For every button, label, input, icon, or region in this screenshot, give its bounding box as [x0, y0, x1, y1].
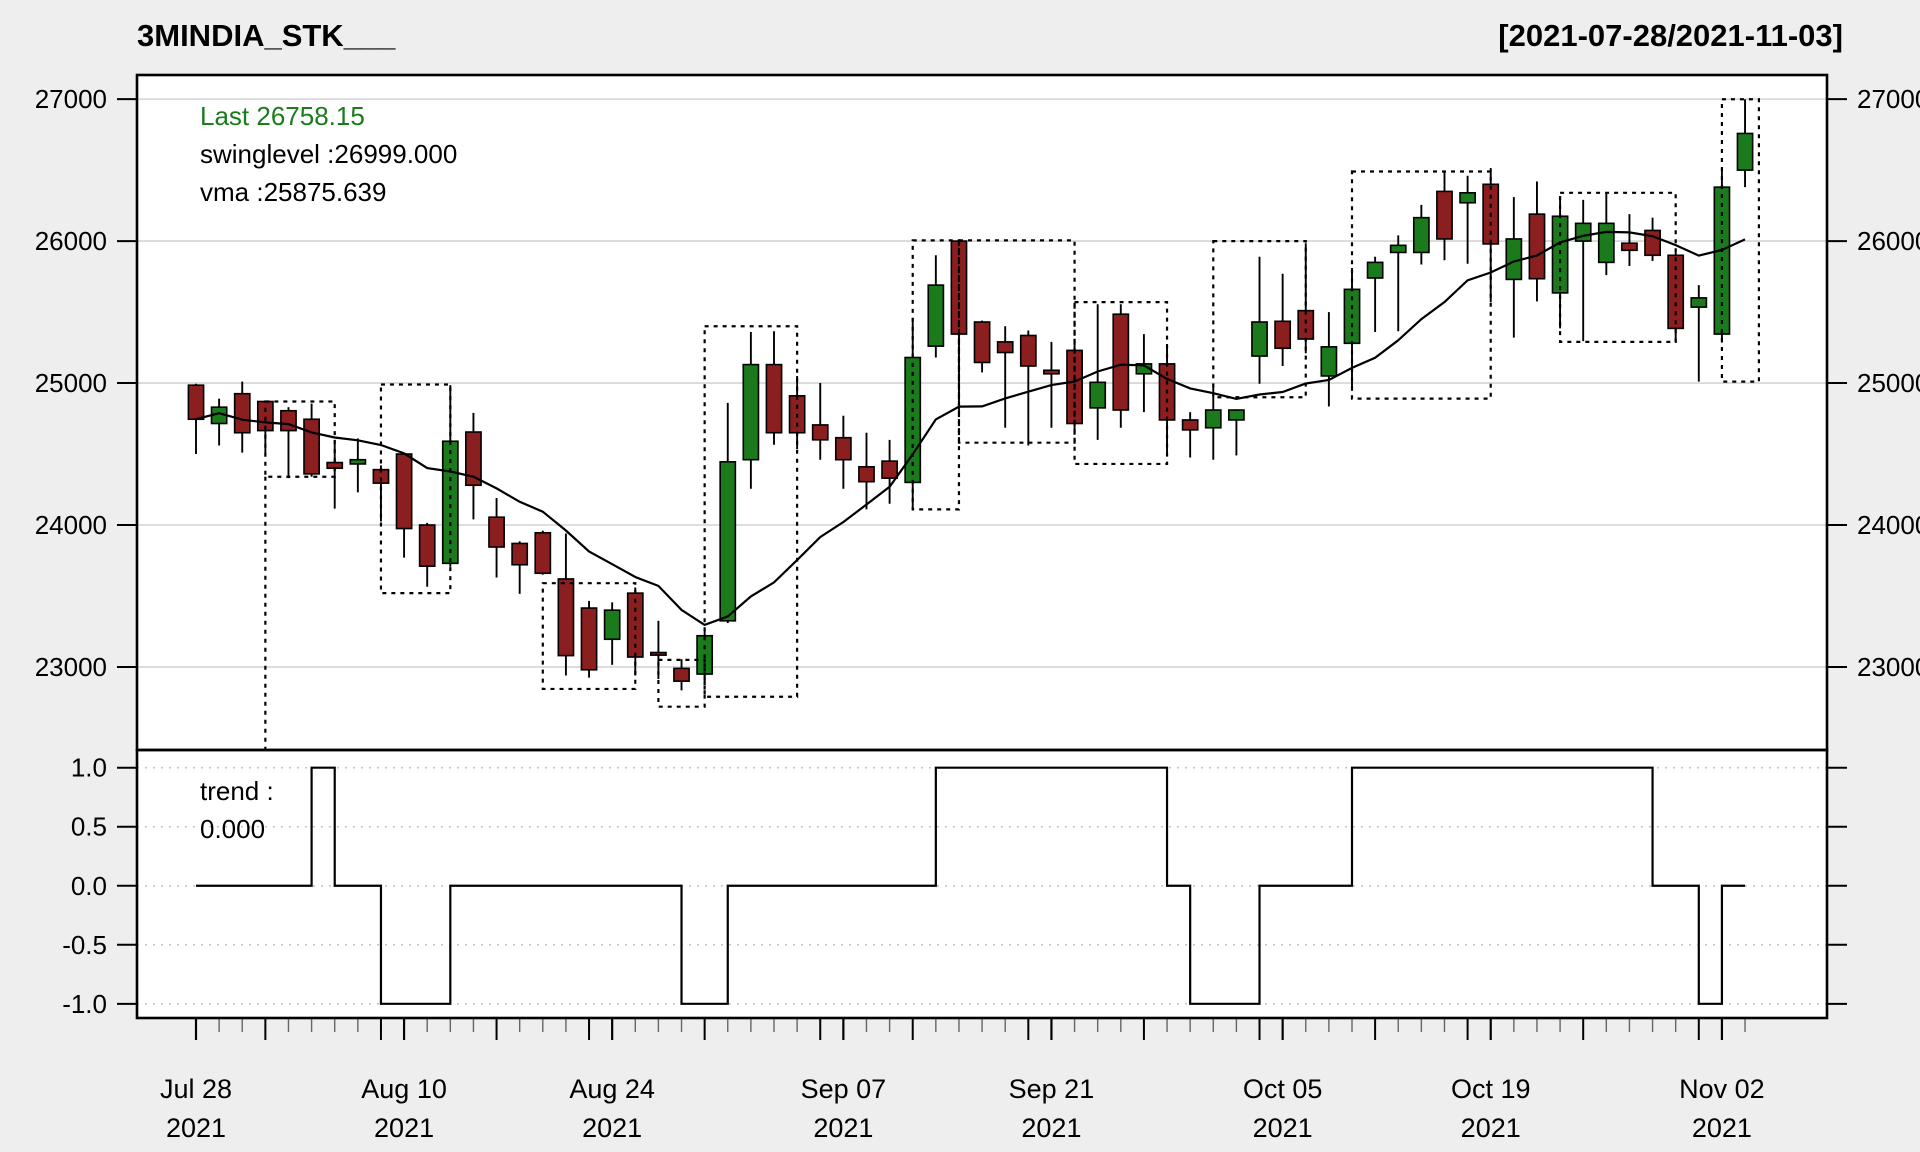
trend-axis-label: 0.5 — [71, 812, 107, 842]
candle-body — [1298, 311, 1313, 339]
candle-body — [304, 419, 319, 474]
candle-body — [489, 517, 504, 547]
candle-body — [1206, 410, 1221, 428]
candle-body — [1252, 322, 1267, 356]
candle-body — [420, 525, 435, 566]
candle-body — [836, 438, 851, 460]
candle-body — [974, 322, 989, 362]
trend-axis-label: 1.0 — [71, 753, 107, 783]
x-axis-date-label: Aug 10 — [361, 1074, 447, 1104]
trend-axis-label: 0.0 — [71, 871, 107, 901]
y-axis-label-left: 23000 — [35, 652, 107, 682]
candle-body — [998, 342, 1013, 353]
trend-legend-value: 0.000 — [200, 814, 265, 844]
candle-body — [605, 610, 620, 639]
chart-title: 3MINDIA_STK___ — [137, 18, 396, 53]
candle-body — [281, 411, 296, 431]
trend-axis-label: -1.0 — [62, 989, 107, 1019]
y-axis-label-left: 26000 — [35, 226, 107, 256]
x-axis-date-label: Oct 05 — [1243, 1074, 1323, 1104]
candle-body — [813, 425, 828, 440]
candle-body — [1622, 243, 1637, 250]
x-axis-year-label: 2021 — [374, 1113, 434, 1143]
y-axis-label-right: 26000 — [1857, 226, 1920, 256]
candle-body — [235, 394, 250, 433]
candle-body — [1460, 193, 1475, 203]
candle-body — [1737, 133, 1752, 170]
x-axis-date-label: Jul 28 — [160, 1074, 232, 1104]
candle-body — [1021, 335, 1036, 366]
candle-body — [766, 365, 781, 433]
candle-body — [512, 543, 527, 564]
candle-body — [743, 365, 758, 460]
y-axis-label-right: 24000 — [1857, 510, 1920, 540]
candle-body — [350, 460, 365, 464]
candle-body — [1113, 314, 1128, 410]
candle-body — [1229, 410, 1244, 420]
x-axis-year-label: 2021 — [1021, 1113, 1081, 1143]
candle-body — [1599, 223, 1614, 262]
x-axis-year-label: 2021 — [582, 1113, 642, 1143]
candle-body — [1645, 230, 1660, 255]
candle-body — [882, 461, 897, 478]
x-axis-date-label: Aug 24 — [569, 1074, 655, 1104]
candle-body — [928, 285, 943, 346]
price-chart-svg: 27000 27000 26000 26000 25000 25000 24000 24000… — [0, 0, 1920, 1152]
legend-last-value: Last 26758.15 — [200, 101, 365, 131]
candle-body — [1321, 347, 1336, 376]
candle-body — [558, 579, 573, 656]
candle-body — [1090, 382, 1105, 408]
legend-swinglevel: swinglevel :26999.000 — [200, 139, 457, 169]
candle-body — [720, 462, 735, 621]
y-axis-label-right: 25000 — [1857, 368, 1920, 398]
x-axis-year-label: 2021 — [166, 1113, 226, 1143]
x-axis-date-label: Sep 21 — [1009, 1074, 1095, 1104]
x-axis-year-label: 2021 — [813, 1113, 873, 1143]
candle-body — [188, 385, 203, 419]
y-axis-label-left: 25000 — [35, 368, 107, 398]
x-axis-date-label: Nov 02 — [1679, 1074, 1765, 1104]
x-axis-year-label: 2021 — [1253, 1113, 1313, 1143]
candle-body — [859, 467, 874, 482]
candle-body — [396, 454, 411, 529]
candle-body — [1414, 218, 1429, 253]
x-axis-date-label: Sep 07 — [801, 1074, 887, 1104]
candle-body — [651, 653, 666, 656]
date-range-label: [2021-07-28/2021-11-03] — [1498, 18, 1843, 53]
candle-body — [581, 608, 596, 670]
legend-vma: vma :25875.639 — [200, 177, 386, 207]
candle-body — [1391, 245, 1406, 252]
y-axis-label-left: 24000 — [35, 510, 107, 540]
candle-body — [674, 668, 689, 681]
trend-legend-label: trend : — [200, 776, 274, 806]
y-axis-label-right: 27000 — [1857, 84, 1920, 114]
candle-body — [1437, 191, 1452, 239]
trend-axis-label: -0.5 — [62, 930, 107, 960]
x-axis-year-label: 2021 — [1692, 1113, 1752, 1143]
y-axis-label-left: 27000 — [35, 84, 107, 114]
main-panel-background — [137, 75, 1827, 750]
candle-body — [1044, 370, 1059, 374]
candle-body — [1368, 262, 1383, 278]
x-axis-year-label: 2021 — [1461, 1113, 1521, 1143]
y-axis-label-right: 23000 — [1857, 652, 1920, 682]
candle-body — [1183, 420, 1198, 430]
candle-body — [535, 533, 550, 573]
trend-panel-background — [137, 750, 1827, 1018]
candle-body — [1691, 298, 1706, 307]
candle-body — [1529, 214, 1544, 279]
chart-container: 27000 27000 26000 26000 25000 25000 24000 24000… — [0, 0, 1920, 1152]
x-axis-date-label: Oct 19 — [1451, 1074, 1531, 1104]
candle-body — [1552, 216, 1567, 293]
candle-body — [1275, 321, 1290, 348]
